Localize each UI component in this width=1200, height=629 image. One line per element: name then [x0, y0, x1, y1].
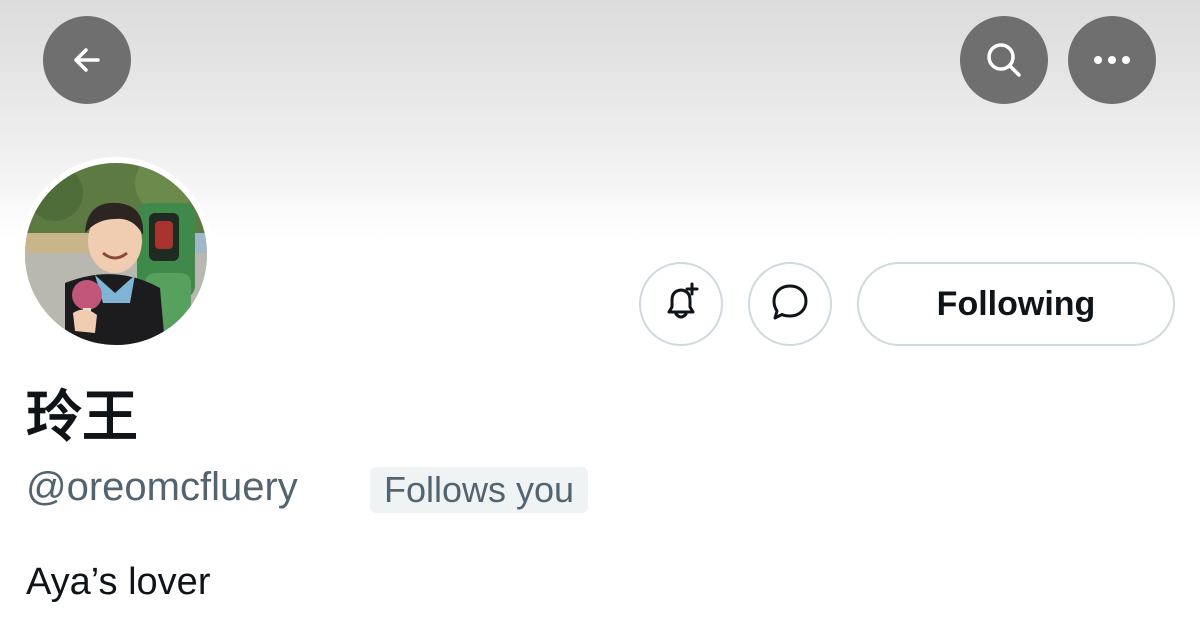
search-button[interactable]: [960, 16, 1048, 104]
more-horizontal-icon: [1090, 54, 1134, 66]
back-button[interactable]: [43, 16, 131, 104]
profile-bio: Aya’s lover: [26, 561, 211, 603]
follows-you-badge: Follows you: [370, 467, 589, 513]
profile-display-name: 玲王: [26, 385, 138, 450]
profile-handle: @oreomcfluery: [26, 465, 298, 509]
following-button[interactable]: Following: [857, 262, 1175, 346]
arrow-left-icon: [67, 40, 107, 80]
message-bubble-icon: [768, 280, 812, 329]
avatar-photo: [25, 163, 207, 345]
avatar[interactable]: [19, 157, 213, 351]
search-icon: [982, 38, 1026, 82]
notifications-button[interactable]: [639, 262, 723, 346]
bell-plus-icon: [659, 280, 703, 329]
more-options-button[interactable]: [1068, 16, 1156, 104]
message-button[interactable]: [748, 262, 832, 346]
